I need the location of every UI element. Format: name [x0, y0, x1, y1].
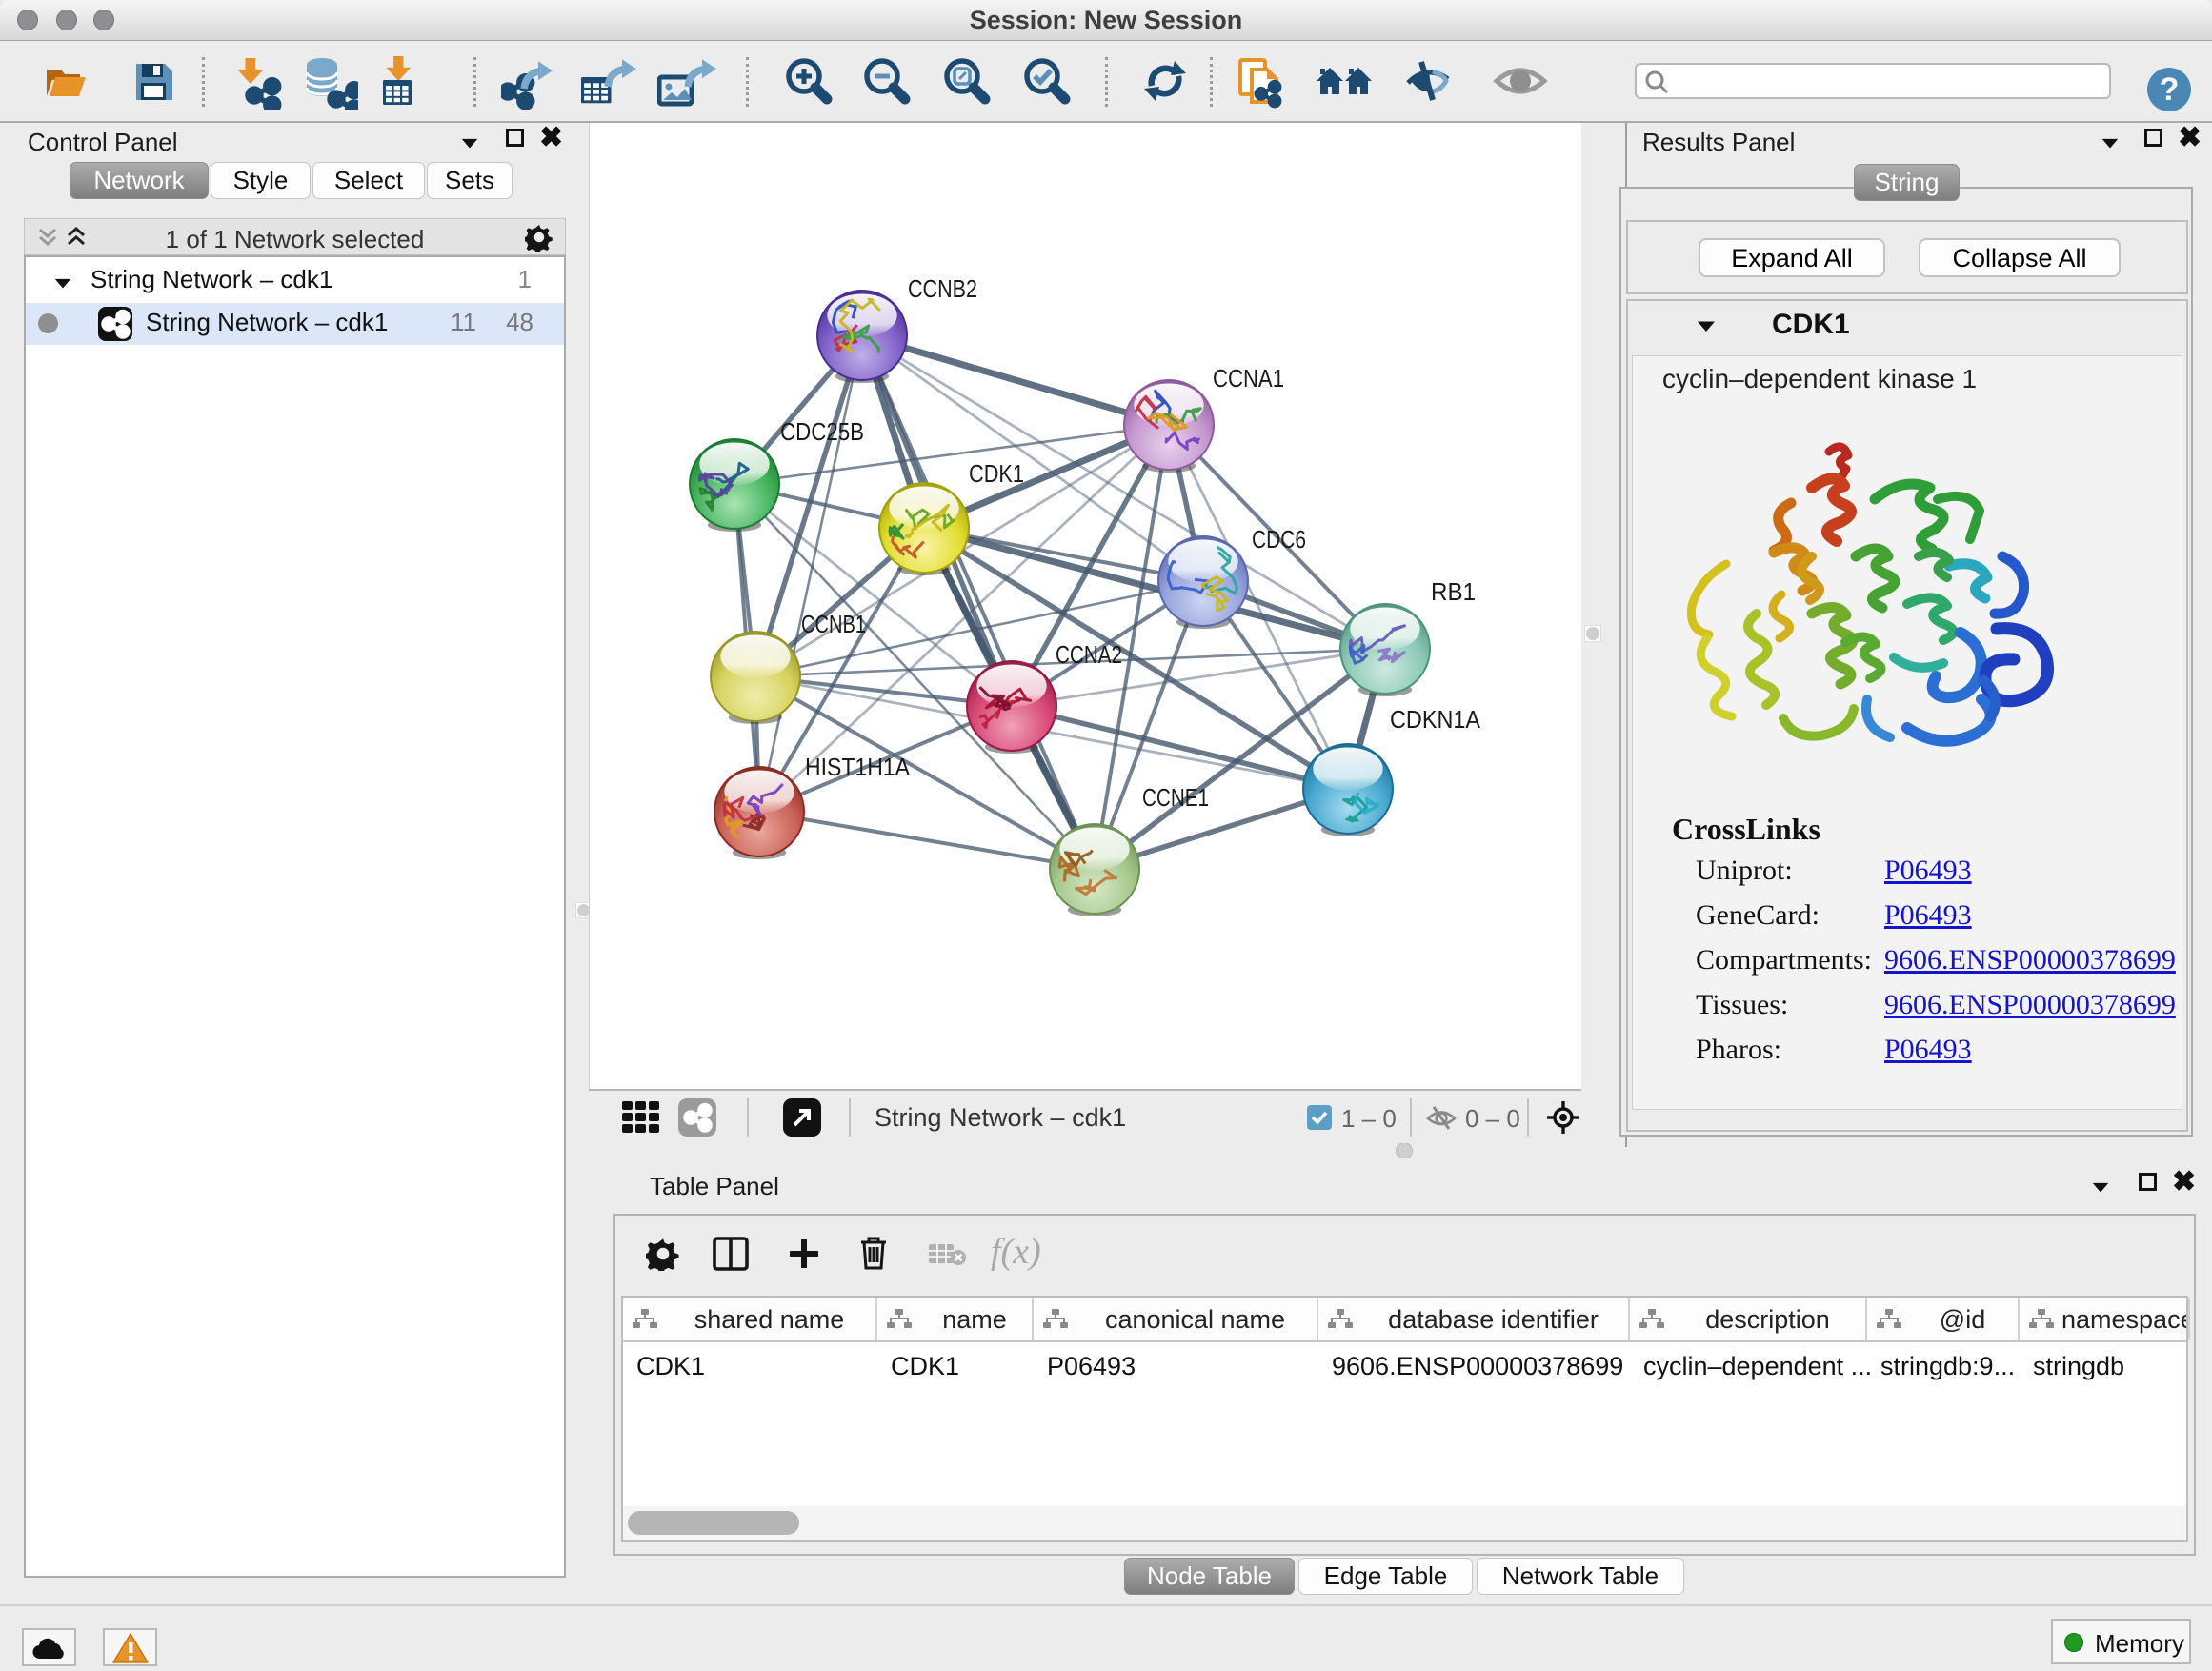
svg-text:?: ?: [2160, 71, 2180, 108]
svg-text:CCNE1: CCNE1: [1142, 783, 1209, 812]
svg-text:CCNB2: CCNB2: [908, 274, 977, 303]
svg-text:CDKN1A: CDKN1A: [1390, 705, 1481, 734]
svg-text:CDC6: CDC6: [1252, 525, 1306, 554]
svg-text:CCNB1: CCNB1: [801, 610, 866, 638]
svg-text:RB1: RB1: [1431, 577, 1476, 606]
svg-text:HIST1H1A: HIST1H1A: [805, 753, 911, 781]
svg-text:CCNA2: CCNA2: [1056, 640, 1122, 669]
svg-text:CCNA1: CCNA1: [1213, 364, 1284, 393]
svg-text:CDC25B: CDC25B: [780, 417, 864, 446]
svg-text:CDK1: CDK1: [969, 459, 1024, 488]
